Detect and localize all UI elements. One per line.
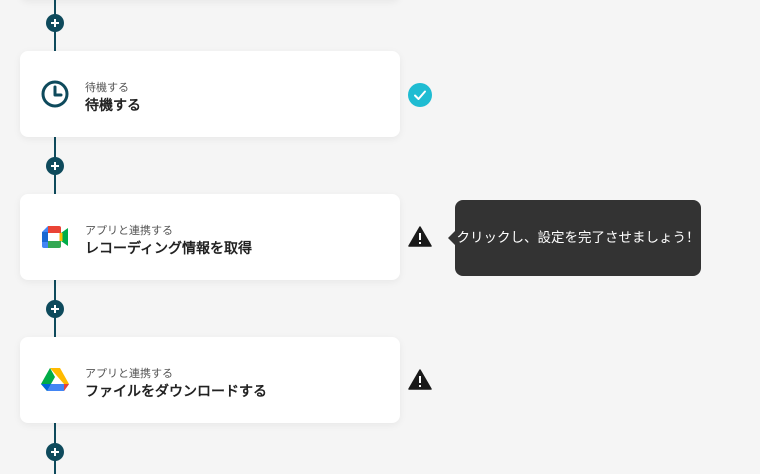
step-card-wait[interactable]: 待機する 待機する [20, 51, 400, 137]
warning-icon [408, 226, 432, 247]
step-title: 待機する [85, 98, 141, 114]
add-step-button[interactable] [46, 300, 64, 318]
google-meet-icon [42, 226, 68, 248]
add-step-button[interactable] [46, 443, 64, 461]
step-subtitle: アプリと連携する [85, 367, 173, 380]
step-subtitle: 待機する [85, 81, 129, 94]
google-drive-icon [41, 368, 69, 391]
tooltip-text: クリックし、設定を完了させましょう！ [456, 230, 700, 246]
add-step-button[interactable] [46, 157, 64, 175]
add-step-button[interactable] [46, 14, 64, 32]
clock-icon [41, 80, 69, 108]
step-title: ファイルをダウンロードする [85, 384, 267, 400]
step-card-get-recording[interactable]: アプリと連携する レコーディング情報を取得 [20, 194, 400, 280]
step-card-download-file[interactable]: アプリと連携する ファイルをダウンロードする [20, 337, 400, 423]
warning-icon [408, 369, 432, 390]
step-subtitle: アプリと連携する [85, 224, 173, 237]
step-title: レコーディング情報を取得 [85, 241, 253, 257]
tooltip: クリックし、設定を完了させましょう！ [448, 200, 701, 276]
check-circle-icon [408, 83, 432, 107]
